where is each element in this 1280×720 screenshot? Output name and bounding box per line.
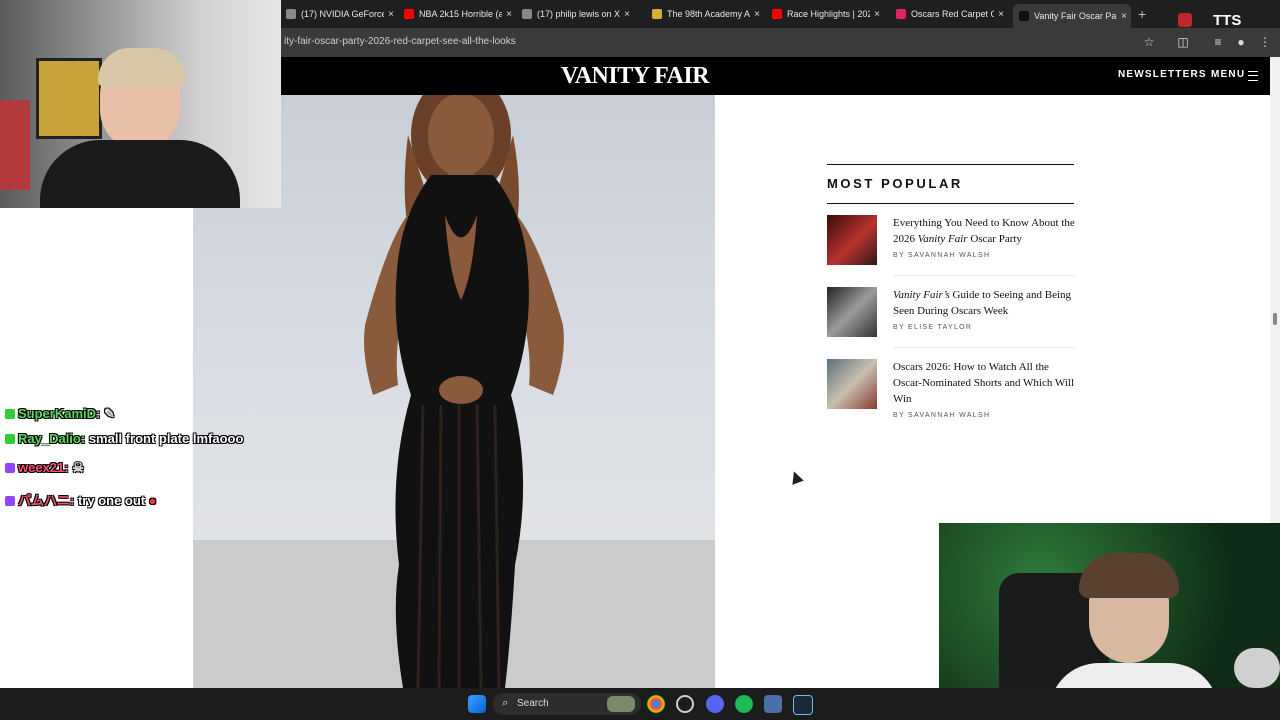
article-headline[interactable]: Everything You Need to Know About the 20…: [893, 215, 1075, 247]
article-byline[interactable]: BY SAVANNAH WALSH: [893, 412, 990, 419]
tab-favicon-icon: [652, 9, 662, 19]
article-byline[interactable]: BY ELISE TAYLOR: [893, 324, 972, 331]
bookmark-star-icon[interactable]: ☆: [1141, 34, 1157, 50]
tab-title: The 98th Academy A: [667, 9, 750, 19]
mouse-cursor: [788, 469, 804, 485]
url-text[interactable]: ity-fair-oscar-party-2026-red-carpet-see…: [284, 36, 516, 47]
most-popular-item[interactable]: Everything You Need to Know About the 20…: [827, 215, 1075, 276]
chat-message: パムハニ: try one out ●: [5, 490, 157, 509]
app-icon[interactable]: [676, 695, 694, 713]
tab-title: Race Highlights | 202: [787, 9, 870, 19]
profile-avatar-icon[interactable]: ●: [1233, 34, 1249, 50]
chat-text: try one out: [77, 493, 146, 508]
chat-username: Ray_Dalio:: [18, 431, 86, 446]
chat-message: SuperKamiD: ✎: [5, 406, 115, 422]
app-active-icon[interactable]: [764, 695, 782, 713]
most-popular-top-rule: [827, 164, 1074, 165]
browser-tab[interactable]: (17) philip lewis on X ×: [516, 4, 634, 24]
chat-username: weex21:: [18, 460, 69, 475]
chat-message: weex21: ☠: [5, 460, 84, 476]
browser-tab[interactable]: The 98th Academy A ×: [646, 4, 764, 24]
start-button-icon[interactable]: [468, 695, 486, 713]
browser-tab[interactable]: (17) NVIDIA GeForce ×: [280, 4, 398, 24]
article-thumbnail[interactable]: [827, 287, 877, 337]
laugh-emote-icon: ●: [148, 493, 157, 508]
tab-close-icon[interactable]: ×: [384, 9, 398, 20]
kick-badge-icon: [5, 409, 15, 419]
article-headline[interactable]: Oscars 2026: How to Watch All the Oscar-…: [893, 359, 1075, 407]
article-thumbnail[interactable]: [827, 359, 877, 409]
most-popular-bottom-rule: [827, 203, 1074, 204]
item-divider: [893, 347, 1074, 348]
browser-menu-icon[interactable]: ⋮: [1257, 34, 1273, 50]
article-byline[interactable]: BY SAVANNAH WALSH: [893, 252, 990, 259]
tab-favicon-icon: [896, 9, 906, 19]
spotify-icon[interactable]: [735, 695, 753, 713]
tab-close-icon[interactable]: ×: [750, 9, 764, 20]
search-icon: ⌕: [502, 697, 509, 709]
tab-close-icon[interactable]: ×: [1117, 11, 1131, 22]
page-scrollbar[interactable]: [1270, 57, 1280, 523]
search-highlight-icon: [607, 696, 635, 712]
tts-label: TTS: [1213, 12, 1242, 29]
mute-icon: [1178, 13, 1192, 27]
menu-button[interactable]: MENU: [1211, 69, 1245, 80]
streamer-webcam: [0, 0, 281, 208]
site-logo[interactable]: VANITY FAIR: [560, 63, 710, 90]
most-popular-item[interactable]: Oscars 2026: How to Watch All the Oscar-…: [827, 359, 1074, 424]
new-tab-button[interactable]: +: [1138, 6, 1146, 22]
tab-favicon-icon: [1019, 11, 1029, 21]
chat-username: SuperKamiD:: [18, 406, 101, 421]
most-popular-item[interactable]: Vanity Fair’s Guide to Seeing and Being …: [827, 287, 1075, 348]
article-headline[interactable]: Vanity Fair’s Guide to Seeing and Being …: [893, 287, 1075, 319]
tab-favicon-icon: [286, 9, 296, 19]
browser-tab[interactable]: Race Highlights | 202 ×: [766, 4, 884, 24]
tab-title: Oscars Red Carpet O: [911, 9, 994, 19]
twitch-badge-icon: [5, 463, 15, 473]
tab-close-icon[interactable]: ×: [870, 9, 884, 20]
browser-tab[interactable]: Vanity Fair Oscar Part ×: [1013, 4, 1131, 28]
tab-title: Vanity Fair Oscar Part: [1034, 11, 1117, 21]
chat-message: Ray_Dalio: small front plate lmfaooo: [5, 431, 243, 446]
browser-tab[interactable]: NBA 2k15 Horrible (a ×: [398, 4, 516, 24]
chrome-icon[interactable]: [647, 695, 665, 713]
tab-title: (17) philip lewis on X: [537, 9, 620, 19]
skull-emote-icon: ☠: [72, 460, 84, 475]
hamburger-icon[interactable]: [1248, 71, 1258, 81]
taskbar-search[interactable]: ⌕ Search: [493, 693, 641, 715]
media-control-icon[interactable]: ≡: [1210, 34, 1226, 50]
article-thumbnail[interactable]: [827, 215, 877, 265]
tab-close-icon[interactable]: ×: [502, 9, 516, 20]
kick-badge-icon: [5, 434, 15, 444]
search-label: Search: [517, 698, 549, 709]
twitch-badge-icon: [5, 496, 15, 506]
chat-text: small front plate lmfaooo: [88, 431, 244, 446]
scrollbar-thumb[interactable]: [1273, 313, 1277, 325]
item-divider: [893, 275, 1074, 276]
tab-close-icon[interactable]: ×: [620, 9, 634, 20]
stream-chat-overlay: SuperKamiD: ✎ Ray_Dalio: small front pla…: [0, 380, 243, 520]
tab-title: (17) NVIDIA GeForce: [301, 9, 384, 19]
newsletters-link[interactable]: NEWSLETTERS: [1118, 69, 1207, 80]
extensions-icon[interactable]: ◫: [1175, 34, 1191, 50]
tab-favicon-icon: [772, 9, 782, 19]
most-popular-title: MOST POPULAR: [827, 176, 963, 191]
tab-close-icon[interactable]: ×: [994, 9, 1008, 20]
chat-username: パムハニ:: [18, 493, 75, 508]
tab-title: NBA 2k15 Horrible (a: [419, 9, 502, 19]
tab-favicon-icon: [522, 9, 532, 19]
steam-icon[interactable]: [793, 695, 813, 715]
tab-favicon-icon: [404, 9, 414, 19]
discord-icon[interactable]: [706, 695, 724, 713]
browser-tab[interactable]: Oscars Red Carpet O ×: [890, 4, 1008, 24]
emote-icon: ✎: [103, 406, 115, 421]
